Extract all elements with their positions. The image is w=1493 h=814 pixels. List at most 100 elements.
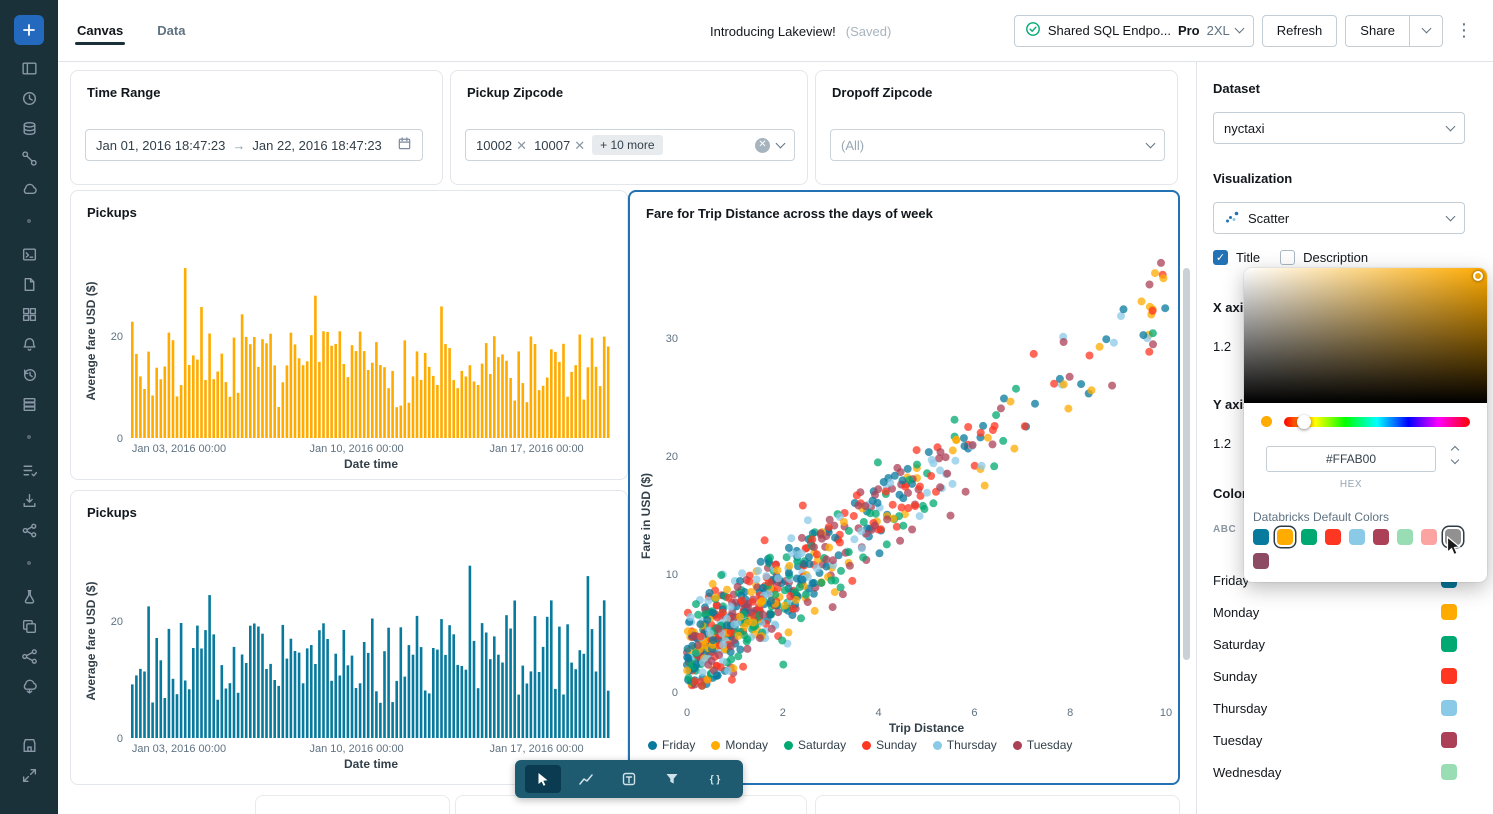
more-values-badge[interactable]: + 10 more (592, 135, 662, 155)
sidebar-item-workspace[interactable] (12, 53, 46, 83)
sidebar-item-recents[interactable] (12, 83, 46, 113)
sidebar-item-sql-warehouses[interactable] (12, 389, 46, 419)
sidebar-item-models[interactable] (12, 641, 46, 671)
sidebar-item-alerts[interactable] (12, 329, 46, 359)
series-color-swatch[interactable] (1441, 604, 1457, 620)
legend-item-saturday[interactable]: Saturday (784, 738, 846, 752)
widget-scatter[interactable]: 0102030Fare in USD ($)0246810Trip Distan… (628, 190, 1180, 785)
widget-time-range[interactable]: Time Range Jan 01, 2016 18:47:23 → Jan 2… (70, 70, 443, 185)
sidebar-item-data-ingestion[interactable] (12, 485, 46, 515)
cursor-tool-button[interactable] (525, 765, 561, 793)
time-range-input[interactable]: Jan 01, 2016 18:47:23 → Jan 22, 2016 18:… (85, 129, 423, 161)
chart-tool-button[interactable] (568, 765, 604, 793)
sidebar-item-compute[interactable] (12, 173, 46, 203)
new-button[interactable] (14, 15, 44, 45)
time-range-start[interactable]: Jan 01, 2016 18:47:23 (96, 138, 225, 153)
sidebar-item-partner-connect[interactable] (12, 760, 46, 790)
dropoff-zipcode-input[interactable]: (All) (830, 129, 1165, 161)
refresh-button[interactable]: Refresh (1262, 15, 1338, 47)
sidebar-item-queries[interactable] (12, 269, 46, 299)
svg-text:Average fare USD ($): Average fare USD ($) (84, 582, 98, 701)
filter-tool-icon (664, 771, 680, 787)
series-color-row-wednesday: Wednesday (1197, 756, 1493, 788)
palette-swatch[interactable] (1301, 529, 1317, 545)
hex-stepper[interactable] (1452, 447, 1458, 463)
sidebar-item-catalog[interactable] (12, 113, 46, 143)
tab-canvas[interactable]: Canvas (75, 2, 125, 59)
vertical-scrollbar[interactable] (1183, 268, 1190, 660)
share-dropdown-button[interactable] (1409, 15, 1443, 47)
time-range-end[interactable]: Jan 22, 2016 18:47:23 (252, 138, 381, 153)
sidebar-item-feature-store[interactable] (12, 611, 46, 641)
calendar-icon[interactable] (397, 136, 412, 154)
palette-swatch[interactable] (1445, 529, 1461, 545)
legend-item-friday[interactable]: Friday (648, 738, 695, 752)
x-axis-value: 1.2 (1213, 339, 1231, 354)
palette-swatch[interactable] (1397, 529, 1413, 545)
palette-swatch[interactable] (1373, 529, 1389, 545)
sidebar-item-job-runs[interactable] (12, 455, 46, 485)
series-color-swatch[interactable] (1441, 732, 1457, 748)
tab-data[interactable]: Data (155, 2, 187, 59)
title-checkbox[interactable]: ✓ (1213, 250, 1228, 265)
share-button[interactable]: Share (1345, 15, 1410, 47)
partner-connect-icon (21, 767, 38, 784)
remove-chip-icon[interactable]: ✕ (516, 139, 527, 152)
stepper-up-icon[interactable] (1451, 446, 1459, 454)
sidebar-item-query-history[interactable] (12, 359, 46, 389)
sidebar-item-experiments[interactable] (12, 581, 46, 611)
remove-chip-icon[interactable]: ✕ (574, 139, 585, 152)
visualization-select[interactable]: Scatter (1213, 202, 1465, 234)
series-color-swatch[interactable] (1441, 700, 1457, 716)
warehouse-selector[interactable]: Shared SQL Endpo... Pro 2XL (1014, 15, 1254, 47)
palette-swatch[interactable] (1349, 529, 1365, 545)
saturation-value-handle[interactable] (1473, 271, 1483, 281)
text-tool-button[interactable] (611, 765, 647, 793)
zipcode-chip[interactable]: 10007✕ (534, 138, 585, 153)
more-menu-button[interactable]: ⋮ (1451, 20, 1477, 41)
palette-swatch[interactable] (1325, 529, 1341, 545)
clear-filter-icon[interactable]: ✕ (755, 138, 770, 153)
legend-item-monday[interactable]: Monday (711, 738, 768, 752)
legend-item-sunday[interactable]: Sunday (862, 738, 917, 752)
dataset-value: nyctaxi (1224, 121, 1439, 136)
sql-editor-icon (21, 246, 38, 263)
description-checkbox[interactable] (1280, 250, 1295, 265)
stepper-down-icon[interactable] (1451, 456, 1459, 464)
sidebar-item-marketplace[interactable] (12, 730, 46, 760)
sidebar-item-pipelines[interactable] (12, 515, 46, 545)
hue-slider[interactable] (1284, 417, 1470, 427)
canvas-edit-toolbar: { } (515, 760, 743, 798)
filter-tool-button[interactable] (654, 765, 690, 793)
palette-swatch[interactable] (1253, 553, 1269, 569)
sidebar-item-serving[interactable] (12, 671, 46, 701)
sidebar-item-dashboards[interactable] (12, 299, 46, 329)
widget-pickups-top[interactable]: 020Average fare USD ($)Jan 03, 2016 00:0… (70, 190, 628, 480)
hex-input[interactable] (1266, 446, 1436, 472)
series-color-swatch[interactable] (1441, 668, 1457, 684)
default-color-palette (1253, 529, 1461, 545)
legend-item-thursday[interactable]: Thursday (933, 738, 997, 752)
dataset-select[interactable]: nyctaxi (1213, 112, 1465, 144)
chart-tool-icon (578, 771, 594, 787)
sidebar-item-sql-editor[interactable] (12, 239, 46, 269)
widget-pickup-zipcode[interactable]: Pickup Zipcode 10002✕10007✕+ 10 more ✕ (450, 70, 808, 185)
code-tool-button[interactable]: { } (697, 765, 733, 793)
sql-warehouses-icon (21, 396, 38, 413)
widget-dropoff-zipcode[interactable]: Dropoff Zipcode (All) (815, 70, 1178, 185)
sidebar-item-workflows[interactable] (12, 143, 46, 173)
palette-swatch[interactable] (1277, 529, 1293, 545)
widget-pickups-bottom[interactable]: 020Average fare USD ($)Jan 03, 2016 00:0… (70, 490, 628, 785)
legend-color-dot (1013, 741, 1022, 750)
series-color-swatch[interactable] (1441, 636, 1457, 652)
svg-text:6: 6 (971, 707, 977, 719)
svg-text:4: 4 (876, 707, 882, 719)
palette-swatch[interactable] (1421, 529, 1437, 545)
zipcode-chip[interactable]: 10002✕ (476, 138, 527, 153)
palette-swatch[interactable] (1253, 529, 1269, 545)
legend-item-tuesday[interactable]: Tuesday (1013, 738, 1073, 752)
series-color-swatch[interactable] (1441, 764, 1457, 780)
saturation-value-area[interactable] (1244, 268, 1487, 403)
pickup-zipcode-input[interactable]: 10002✕ 10007✕ + 10 more ✕ (465, 129, 795, 161)
hue-slider-handle[interactable] (1297, 415, 1311, 429)
